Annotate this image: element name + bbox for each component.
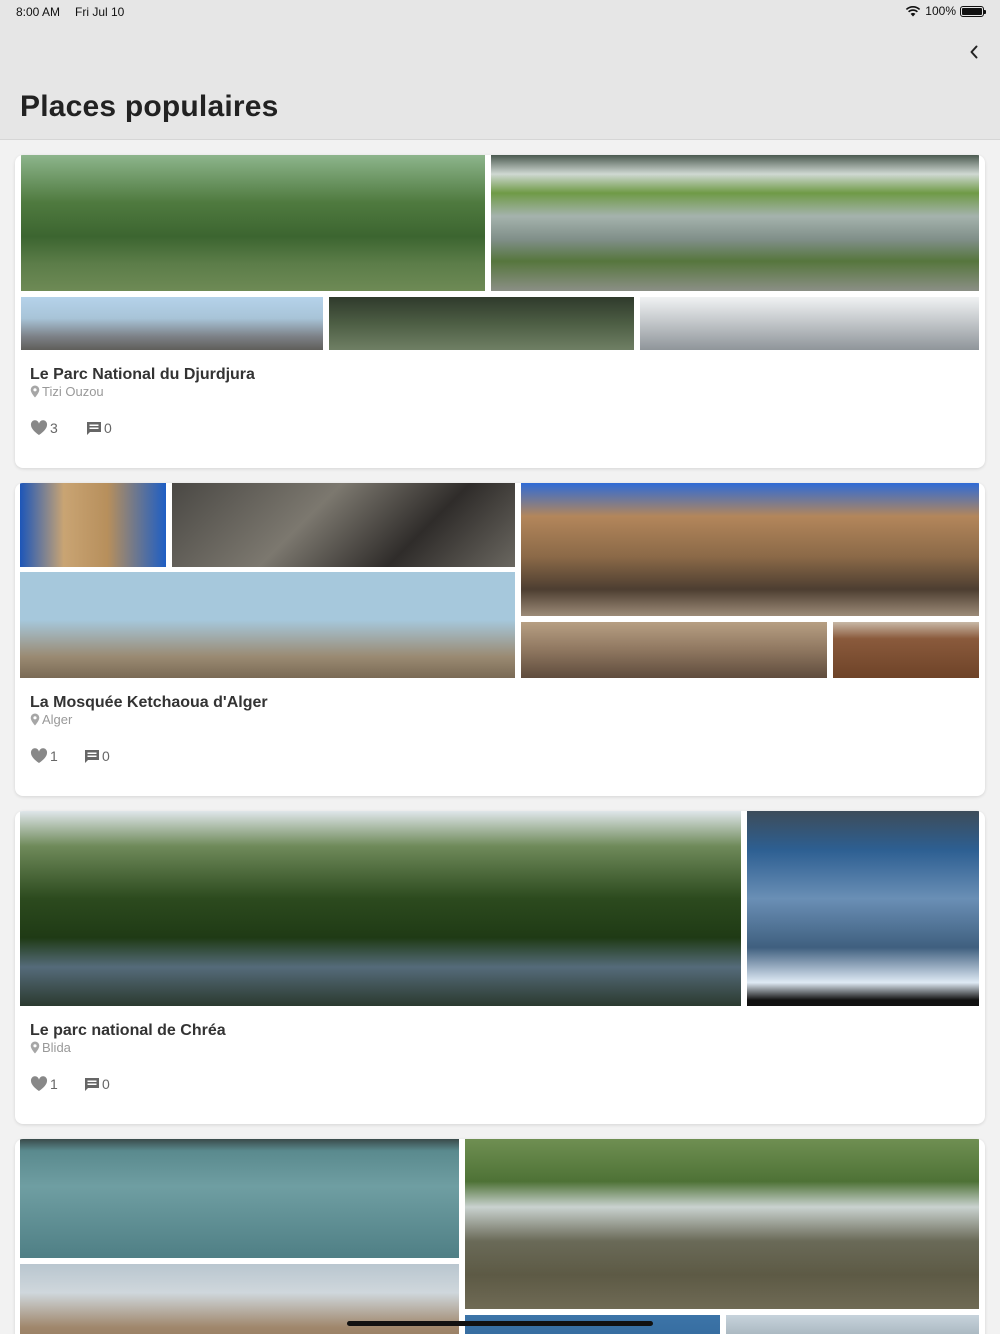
wifi-icon: [906, 5, 921, 17]
navigation-bar: Places populaires: [0, 24, 1000, 140]
page-title: Places populaires: [20, 90, 279, 123]
photo-carved-door[interactable]: [833, 622, 979, 678]
photo-aerial-casbah[interactable]: [172, 483, 515, 567]
place-card-djurdjura[interactable]: Le Parc National du Djurdjura Tizi Ouzou…: [15, 155, 985, 468]
place-location-text: Alger: [42, 712, 73, 727]
like-count: 1: [50, 748, 58, 764]
place-location: Blida: [30, 1040, 71, 1055]
place-card-ketchaoua[interactable]: La Mosquée Ketchaoua d'Alger Alger 1 0: [15, 483, 985, 796]
comment-icon: [87, 421, 101, 435]
comment-count: 0: [104, 420, 112, 436]
comment-icon: [85, 749, 99, 763]
photo-snowy-cedars[interactable]: [747, 811, 979, 1006]
status-date: Fri Jul 10: [75, 5, 125, 19]
place-title[interactable]: Le Parc National du Djurdjura: [30, 366, 255, 384]
photo-sea-bay[interactable]: [20, 1139, 459, 1258]
chevron-left-icon: [970, 45, 978, 59]
battery-icon: [960, 5, 986, 17]
heart-icon: [30, 420, 48, 435]
comment-button[interactable]: 0: [84, 1076, 110, 1092]
battery-percent: 100%: [925, 4, 956, 18]
place-card-coastal[interactable]: [15, 1139, 985, 1334]
comment-button[interactable]: 0: [86, 420, 112, 436]
comment-count: 0: [102, 1076, 110, 1092]
places-feed[interactable]: Le Parc National du Djurdjura Tizi Ouzou…: [0, 141, 1000, 1334]
photo-cedar-forest[interactable]: [329, 297, 634, 350]
place-location-text: Blida: [42, 1040, 71, 1055]
like-button[interactable]: 3: [30, 420, 58, 436]
like-button[interactable]: 1: [30, 1076, 58, 1092]
photo-cliffs[interactable]: [640, 297, 979, 350]
place-location: Tizi Ouzou: [30, 384, 104, 399]
photo-mountain-lake[interactable]: [491, 155, 979, 291]
photo-coast-rocks[interactable]: [726, 1315, 979, 1334]
status-time: 8:00 AM: [16, 5, 61, 19]
photo-mountain-valley[interactable]: [21, 155, 485, 291]
photo-rocky-peak[interactable]: [21, 297, 323, 350]
place-location: Alger: [30, 712, 72, 727]
like-count: 3: [50, 420, 58, 436]
home-indicator[interactable]: [347, 1321, 653, 1326]
place-card-chrea[interactable]: Le parc national de Chréa Blida 1 0: [15, 811, 985, 1124]
map-pin-icon: [30, 385, 40, 398]
photo-river-gorge[interactable]: [20, 811, 741, 1006]
place-location-text: Tizi Ouzou: [42, 384, 104, 399]
status-right: 100%: [905, 4, 986, 18]
place-title[interactable]: Le parc national de Chréa: [30, 1022, 226, 1040]
like-button[interactable]: 1: [30, 748, 58, 764]
photo-arched-windows[interactable]: [521, 622, 827, 678]
status-bar: 8:00 AM Fri Jul 10 100%: [0, 0, 1000, 24]
heart-icon: [30, 1076, 48, 1091]
photo-fountain-pond[interactable]: [465, 1139, 979, 1309]
comment-button[interactable]: 0: [84, 748, 110, 764]
place-title[interactable]: La Mosquée Ketchaoua d'Alger: [30, 694, 268, 712]
map-pin-icon: [30, 1041, 40, 1054]
photo-minaret-blue-sky[interactable]: [20, 483, 166, 567]
back-button[interactable]: [962, 40, 986, 64]
comment-count: 0: [102, 748, 110, 764]
photo-twin-towers[interactable]: [20, 572, 515, 678]
map-pin-icon: [30, 713, 40, 726]
like-count: 1: [50, 1076, 58, 1092]
photo-mosque-facade[interactable]: [521, 483, 979, 616]
heart-icon: [30, 748, 48, 763]
comment-icon: [85, 1077, 99, 1091]
